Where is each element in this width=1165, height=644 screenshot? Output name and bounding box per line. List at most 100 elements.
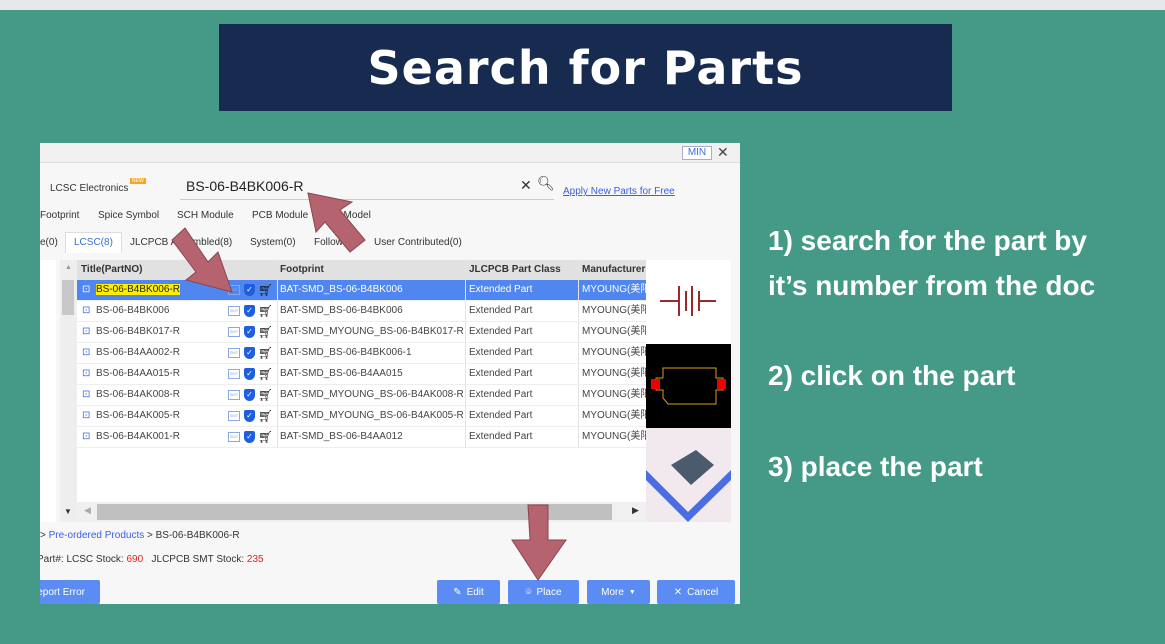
footprint-cell: BAT-SMD_BS-06-B4AA015: [277, 364, 465, 384]
part-number: BS-06-B4AA002-R: [96, 343, 231, 363]
footprint-cell: BAT-SMD_MYOUNG_BS-06-B4AK005-R: [277, 406, 465, 426]
lib-tab-system[interactable]: System(0): [250, 237, 296, 248]
table-row[interactable]: ⊡ BS-06-B4AK008-R SMT ✓ 🛒︎ BAT-SMD_MYOUN…: [77, 385, 646, 406]
manufacturer-cell: MYOUNG(美阳): [578, 406, 646, 426]
part-number: BS-06-B4AK001-R: [96, 427, 231, 447]
step-3: 3) place the part: [768, 451, 983, 482]
part-number-text: BS-06-B4AK001-R: [96, 431, 180, 442]
cart-icon[interactable]: 🛒︎: [258, 322, 273, 342]
part-number: BS-06-B4AK008-R: [96, 385, 231, 405]
cart-icon[interactable]: 🛒︎: [258, 343, 273, 363]
tab-footprint[interactable]: Footprint: [40, 210, 79, 221]
table-row[interactable]: ⊡ BS-06-B4AA015-R SMT ✓ 🛒︎ BAT-SMD_BS-06…: [77, 364, 646, 385]
chip-icon: ⊡: [82, 389, 91, 400]
pencil-icon: ✎: [453, 586, 462, 598]
chip-icon: ⊡: [82, 284, 91, 295]
horizontal-scrollbar[interactable]: ◀ ▶: [77, 502, 646, 522]
smt-icon: SMT: [228, 432, 240, 442]
minimize-button[interactable]: MIN: [682, 146, 712, 160]
tab-spice-symbol[interactable]: Spice Symbol: [98, 210, 159, 221]
cancel-label: Cancel: [687, 586, 719, 598]
search-icon[interactable]: 🔍︎: [537, 175, 555, 192]
part-class-cell: Extended Part: [465, 427, 578, 447]
table-row[interactable]: ⊡ BS-06-B4BK017-R SMT ✓ 🛒︎ BAT-SMD_MYOUN…: [77, 322, 646, 343]
verified-shield-icon: ✓: [244, 389, 255, 401]
col-title[interactable]: Title(PartNO): [81, 260, 216, 280]
manufacturer-cell: MYOUNG(美阳): [578, 364, 646, 384]
chip-icon: ⊡: [82, 410, 91, 421]
report-error-button[interactable]: Report Error: [40, 580, 100, 604]
table-row[interactable]: ⊡ BS-06-B4AA002-R SMT ✓ 🛒︎ BAT-SMD_BS-06…: [77, 343, 646, 364]
table-row[interactable]: ⊡ BS-06-B4BK006 SMT ✓ 🛒︎ BAT-SMD_BS-06-B…: [77, 301, 646, 322]
verified-shield-icon: ✓: [244, 284, 255, 296]
tab-pcb-module[interactable]: PCB Module: [252, 210, 308, 221]
footprint-cell: BAT-SMD_MYOUNG_BS-06-B4BK017-R: [277, 322, 465, 342]
lib-tab-follow[interactable]: Follow(0): [314, 237, 355, 248]
smt-icon: SMT: [228, 348, 240, 358]
col-footprint[interactable]: Footprint: [277, 260, 465, 280]
step-1-line-1: 1) search for the part by: [768, 225, 1087, 256]
smt-icon: SMT: [228, 411, 240, 421]
jlc-stock-label: JLCPCB SMT Stock:: [151, 554, 245, 565]
breadcrumb-current: BS-06-B4BK006-R: [155, 530, 240, 541]
part-number: BS-06-B4BK006: [96, 301, 231, 321]
col-part-class[interactable]: JLCPCB Part Class: [465, 260, 578, 280]
part-number-text: BS-06-B4AK008-R: [96, 389, 180, 400]
part-number-text: BS-06-B4AK005-R: [96, 410, 180, 421]
cart-icon[interactable]: 🛒︎: [258, 301, 273, 321]
more-button[interactable]: More ▼: [587, 580, 650, 604]
chip-icon: ⊡: [82, 347, 91, 358]
smt-icon: SMT: [228, 327, 240, 337]
part-number: BS-06-B4BK006-R: [96, 280, 231, 300]
cart-icon[interactable]: 🛒︎: [258, 364, 273, 384]
location-pin-icon: ⌾: [525, 586, 532, 598]
step-2: 2) click on the part: [768, 360, 1016, 391]
cart-icon[interactable]: 🛒︎: [258, 385, 273, 405]
part-class-cell: Extended Part: [465, 364, 578, 384]
part-number-text: BS-06-B4BK017-R: [96, 326, 180, 337]
table-row[interactable]: ⊡ BS-06-B4AK005-R SMT ✓ 🛒︎ BAT-SMD_MYOUN…: [77, 406, 646, 427]
manufacturer-cell: MYOUNG(美阳): [578, 343, 646, 363]
footprint-cell: BAT-SMD_BS-06-B4BK006: [277, 280, 465, 300]
lib-tab-partial[interactable]: e(0): [40, 237, 58, 248]
table-row[interactable]: ⊡ BS-06-B4AK001-R SMT ✓ 🛒︎ BAT-SMD_BS-06…: [77, 427, 646, 448]
part-preview: [646, 260, 731, 522]
manufacturer-cell: MYOUNG(美阳): [578, 280, 646, 300]
place-button[interactable]: ⌾ Place: [508, 580, 579, 604]
category-list[interactable]: [40, 260, 56, 522]
tab-sch-module[interactable]: SCH Module: [177, 210, 234, 221]
edit-label: Edit: [466, 586, 484, 598]
edit-button[interactable]: ✎ Edit: [437, 580, 500, 604]
vertical-scrollbar[interactable]: ▲ ▼: [60, 260, 77, 522]
breadcrumb-link[interactable]: Pre-ordered Products: [49, 530, 145, 541]
clear-icon[interactable]: ✕: [520, 177, 532, 194]
more-label: More: [601, 586, 624, 598]
jlc-stock: 235: [246, 554, 264, 565]
report-error-label: Report Error: [40, 586, 85, 598]
stock-label: Part#: LCSC Stock:: [40, 554, 124, 565]
cart-icon[interactable]: 🛒︎: [258, 427, 273, 447]
lib-tab-user-contributed[interactable]: User Contributed(0): [374, 237, 462, 248]
cart-icon[interactable]: 🛒︎: [258, 280, 273, 300]
chip-icon: ⊡: [82, 431, 91, 442]
table-row[interactable]: ⊡ BS-06-B4BK006-R SMT ✓ 🛒︎ BAT-SMD_BS-06…: [77, 280, 646, 301]
close-icon: ✕: [673, 586, 683, 598]
lib-tab-lcsc[interactable]: LCSC(8): [65, 232, 122, 253]
breadcrumb-sep: >: [40, 530, 46, 541]
dialog-titlebar: [40, 143, 740, 163]
breadcrumb-sep: >: [147, 530, 153, 541]
search-input[interactable]: BS-06-B4BK006-R: [180, 173, 554, 200]
cart-icon[interactable]: 🛒︎: [258, 406, 273, 426]
apply-new-parts-link[interactable]: Apply New Parts for Free: [563, 186, 675, 197]
tab-3d-model[interactable]: 3D Model: [328, 210, 371, 221]
close-icon[interactable]: ✕: [717, 144, 729, 161]
banner-title: Search for Parts: [219, 24, 952, 111]
source-label[interactable]: LCSC Electronics: [50, 183, 128, 194]
part-class-cell: Extended Part: [465, 343, 578, 363]
preview-images: [646, 260, 731, 522]
top-strip: [0, 0, 1165, 10]
cancel-button[interactable]: ✕ Cancel: [657, 580, 735, 604]
place-label: Place: [536, 586, 562, 598]
lib-tab-jlcpcb[interactable]: JLCPCB Assembled(8): [130, 237, 232, 248]
col-manufacturer[interactable]: Manufacturer: [578, 260, 646, 280]
